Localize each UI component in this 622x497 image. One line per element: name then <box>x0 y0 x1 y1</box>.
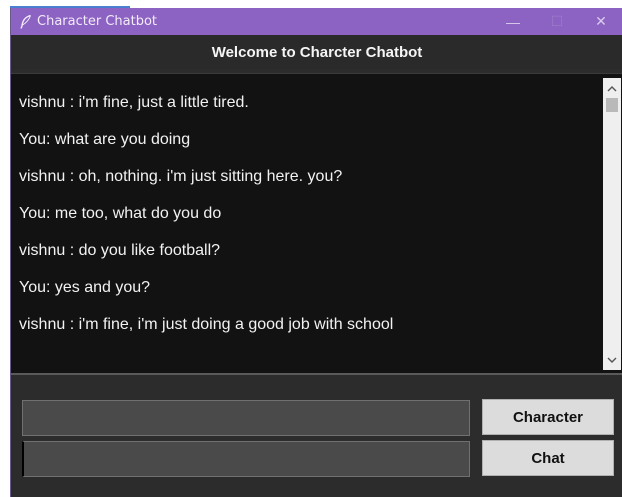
welcome-header: Welcome to Charcter Chatbot <box>11 35 622 69</box>
chat-button[interactable]: Chat <box>482 440 614 476</box>
character-input[interactable] <box>22 400 470 436</box>
maximize-button[interactable]: ☐ <box>535 8 579 35</box>
input-panel: Character Chat <box>11 377 622 497</box>
window-controls: — ☐ ✕ <box>491 8 622 35</box>
window-title: Character Chatbot <box>37 14 157 29</box>
chat-message: You: yes and you? <box>19 279 151 296</box>
feather-icon <box>15 14 37 29</box>
character-button[interactable]: Character <box>482 399 614 435</box>
chat-message: vishnu : i'm fine, i'm just doing a good… <box>19 316 394 333</box>
scrollbar-thumb[interactable] <box>606 98 618 112</box>
chat-message: vishnu : do you like football? <box>19 242 221 259</box>
title-bar[interactable]: Character Chatbot — ☐ ✕ <box>11 8 622 35</box>
chatbot-window: Character Chatbot — ☐ ✕ Welcome to Charc… <box>10 8 622 497</box>
chat-scrollbar[interactable] <box>603 78 621 370</box>
chevron-down-icon[interactable] <box>603 352 621 368</box>
chat-message: You: what are you doing <box>19 131 191 148</box>
chat-message: vishnu : i'm fine, just a little tired. <box>19 94 249 111</box>
close-button[interactable]: ✕ <box>579 8 622 35</box>
chat-message: You: me too, what do you do <box>19 205 222 222</box>
message-input[interactable] <box>22 441 470 477</box>
chat-message: vishnu : oh, nothing. i'm just sitting h… <box>19 168 343 185</box>
message-list: vishnu : i'm fine, just a little tired. … <box>19 84 597 343</box>
minimize-button[interactable]: — <box>491 8 535 35</box>
chat-log[interactable]: vishnu : i'm fine, just a little tired. … <box>11 73 622 375</box>
chevron-up-icon[interactable] <box>603 80 621 96</box>
